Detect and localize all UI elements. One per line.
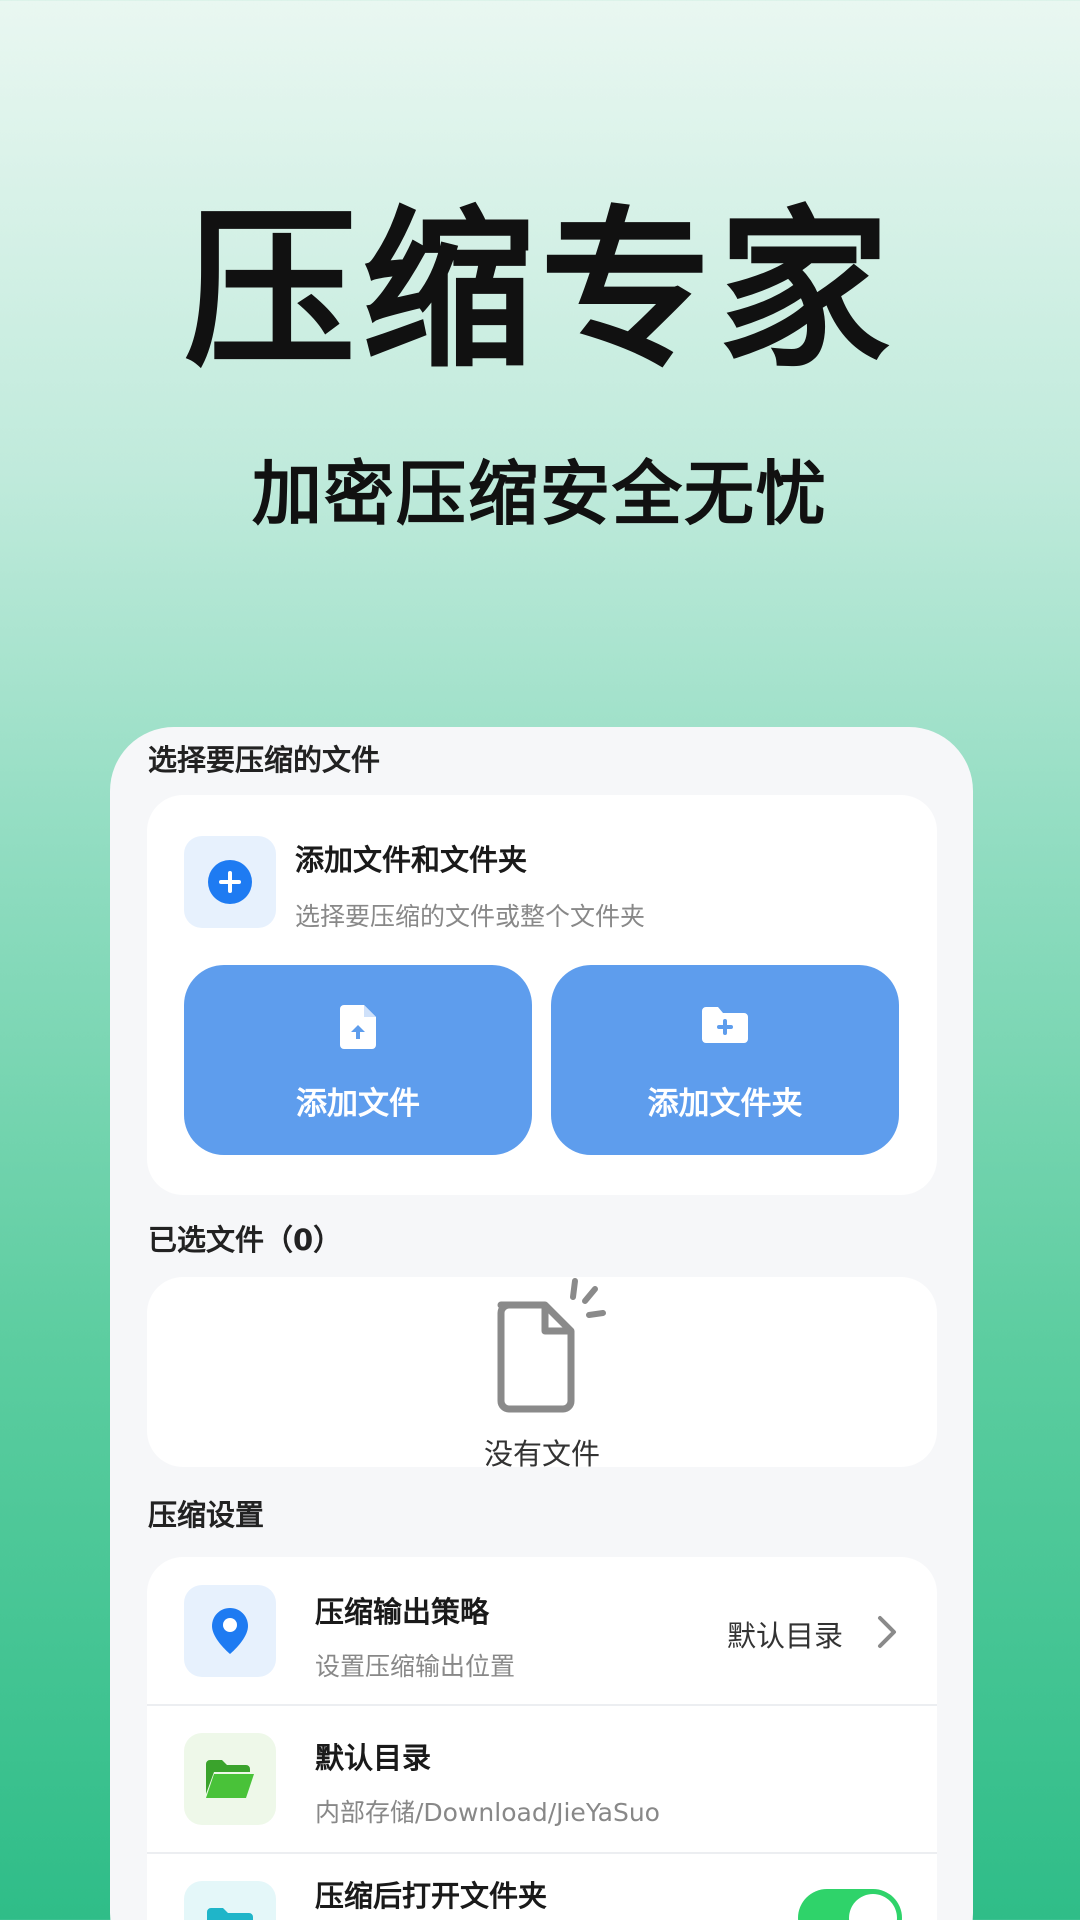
output-strategy-row[interactable]: 压缩输出策略 设置压缩输出位置 默认目录: [147, 1557, 937, 1705]
app-screen: 选择要压缩的文件 添加文件和文件夹 选择要压缩的文件或整个文件夹 添加文件 添加…: [110, 727, 973, 1920]
output-strategy-subtitle: 设置压缩输出位置: [315, 1652, 516, 1681]
settings-section-label: 压缩设置: [148, 1498, 265, 1532]
file-upload-icon: [340, 1005, 376, 1049]
add-folder-button[interactable]: 添加文件夹: [551, 965, 899, 1155]
folder-icon-box: [184, 1733, 276, 1825]
selected-files-section-label: 已选文件（0）: [148, 1223, 343, 1257]
open-folder-after-title: 压缩后打开文件夹: [315, 1879, 548, 1913]
add-card-title: 添加文件和文件夹: [295, 843, 528, 877]
selected-files-card: 没有文件: [147, 1277, 937, 1471]
add-file-button[interactable]: 添加文件: [184, 965, 532, 1155]
open-folder-after-row: 压缩后打开文件夹: [147, 1853, 937, 1920]
plus-circle-icon: [208, 860, 252, 904]
promo-subtitle: 加密压缩安全无忧: [252, 453, 828, 535]
default-directory-row[interactable]: 默认目录 内部存储/Download/JieYaSuo: [147, 1705, 937, 1853]
add-icon-box: [184, 836, 276, 928]
folder-open-icon: [206, 1760, 254, 1798]
default-directory-title: 默认目录: [315, 1741, 432, 1775]
add-files-card: 添加文件和文件夹 选择要压缩的文件或整个文件夹 添加文件 添加文件夹: [147, 795, 937, 1195]
empty-files-text: 没有文件: [483, 1437, 600, 1471]
toggle-knob: [849, 1894, 897, 1920]
default-directory-path: 内部存储/Download/JieYaSuo: [315, 1798, 660, 1827]
folder-icon: [207, 1908, 253, 1920]
add-card-subtitle: 选择要压缩的文件或整个文件夹: [295, 902, 646, 931]
add-folder-label: 添加文件夹: [647, 1086, 803, 1122]
location-icon-box: [184, 1585, 276, 1677]
select-files-section-label: 选择要压缩的文件: [148, 743, 381, 777]
location-pin-icon: [212, 1608, 248, 1654]
add-file-label: 添加文件: [296, 1086, 420, 1122]
teal-folder-icon-box: [184, 1881, 276, 1920]
chevron-right-icon: [878, 1616, 896, 1648]
folder-add-icon: [702, 1007, 748, 1043]
empty-file-icon: [487, 1277, 607, 1417]
promo-title: 压缩专家: [184, 190, 896, 391]
output-strategy-title: 压缩输出策略: [315, 1595, 490, 1629]
output-strategy-value: 默认目录: [726, 1619, 843, 1653]
settings-card: 压缩输出策略 设置压缩输出位置 默认目录 默认目录 内部存储/Download/…: [147, 1557, 937, 1920]
open-folder-toggle[interactable]: [798, 1889, 902, 1920]
